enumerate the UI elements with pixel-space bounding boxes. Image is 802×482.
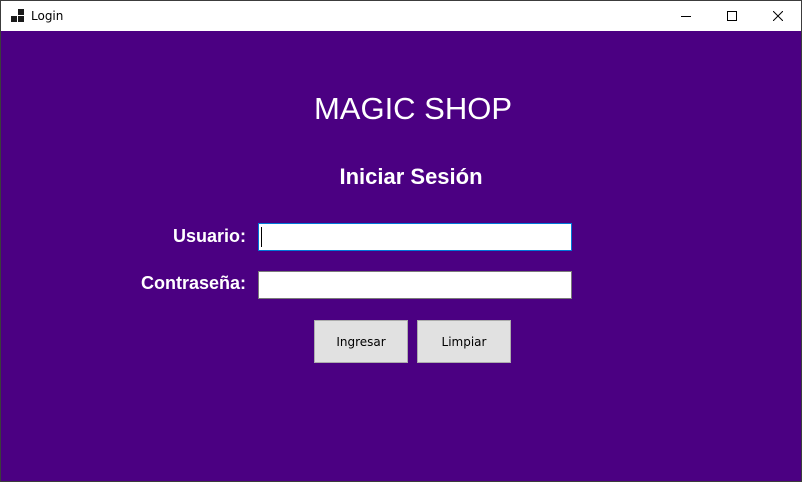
window-title: Login <box>31 9 64 23</box>
minimize-button[interactable] <box>663 1 709 31</box>
username-label: Usuario: <box>172 226 246 246</box>
maximize-icon <box>727 11 737 21</box>
clear-button[interactable]: Limpiar <box>417 320 511 363</box>
login-button[interactable]: Ingresar <box>314 320 408 363</box>
login-window: Login MAGIC SHOP Iniciar Sesión Usuario:… <box>0 0 802 482</box>
shop-title: MAGIC SHOP <box>313 91 513 126</box>
text-caret <box>261 227 262 247</box>
maximize-button[interactable] <box>709 1 755 31</box>
username-input[interactable] <box>258 223 572 251</box>
login-heading: Iniciar Sesión <box>339 164 483 189</box>
login-form-area: MAGIC SHOP Iniciar Sesión Usuario: Contr… <box>1 31 801 481</box>
password-label: Contraseña: <box>140 273 246 293</box>
close-icon <box>773 11 783 21</box>
title-bar[interactable]: Login <box>1 1 801 31</box>
password-input[interactable] <box>258 271 572 299</box>
app-window-icon <box>11 9 24 22</box>
minimize-icon <box>681 16 691 17</box>
close-button[interactable] <box>755 1 801 31</box>
